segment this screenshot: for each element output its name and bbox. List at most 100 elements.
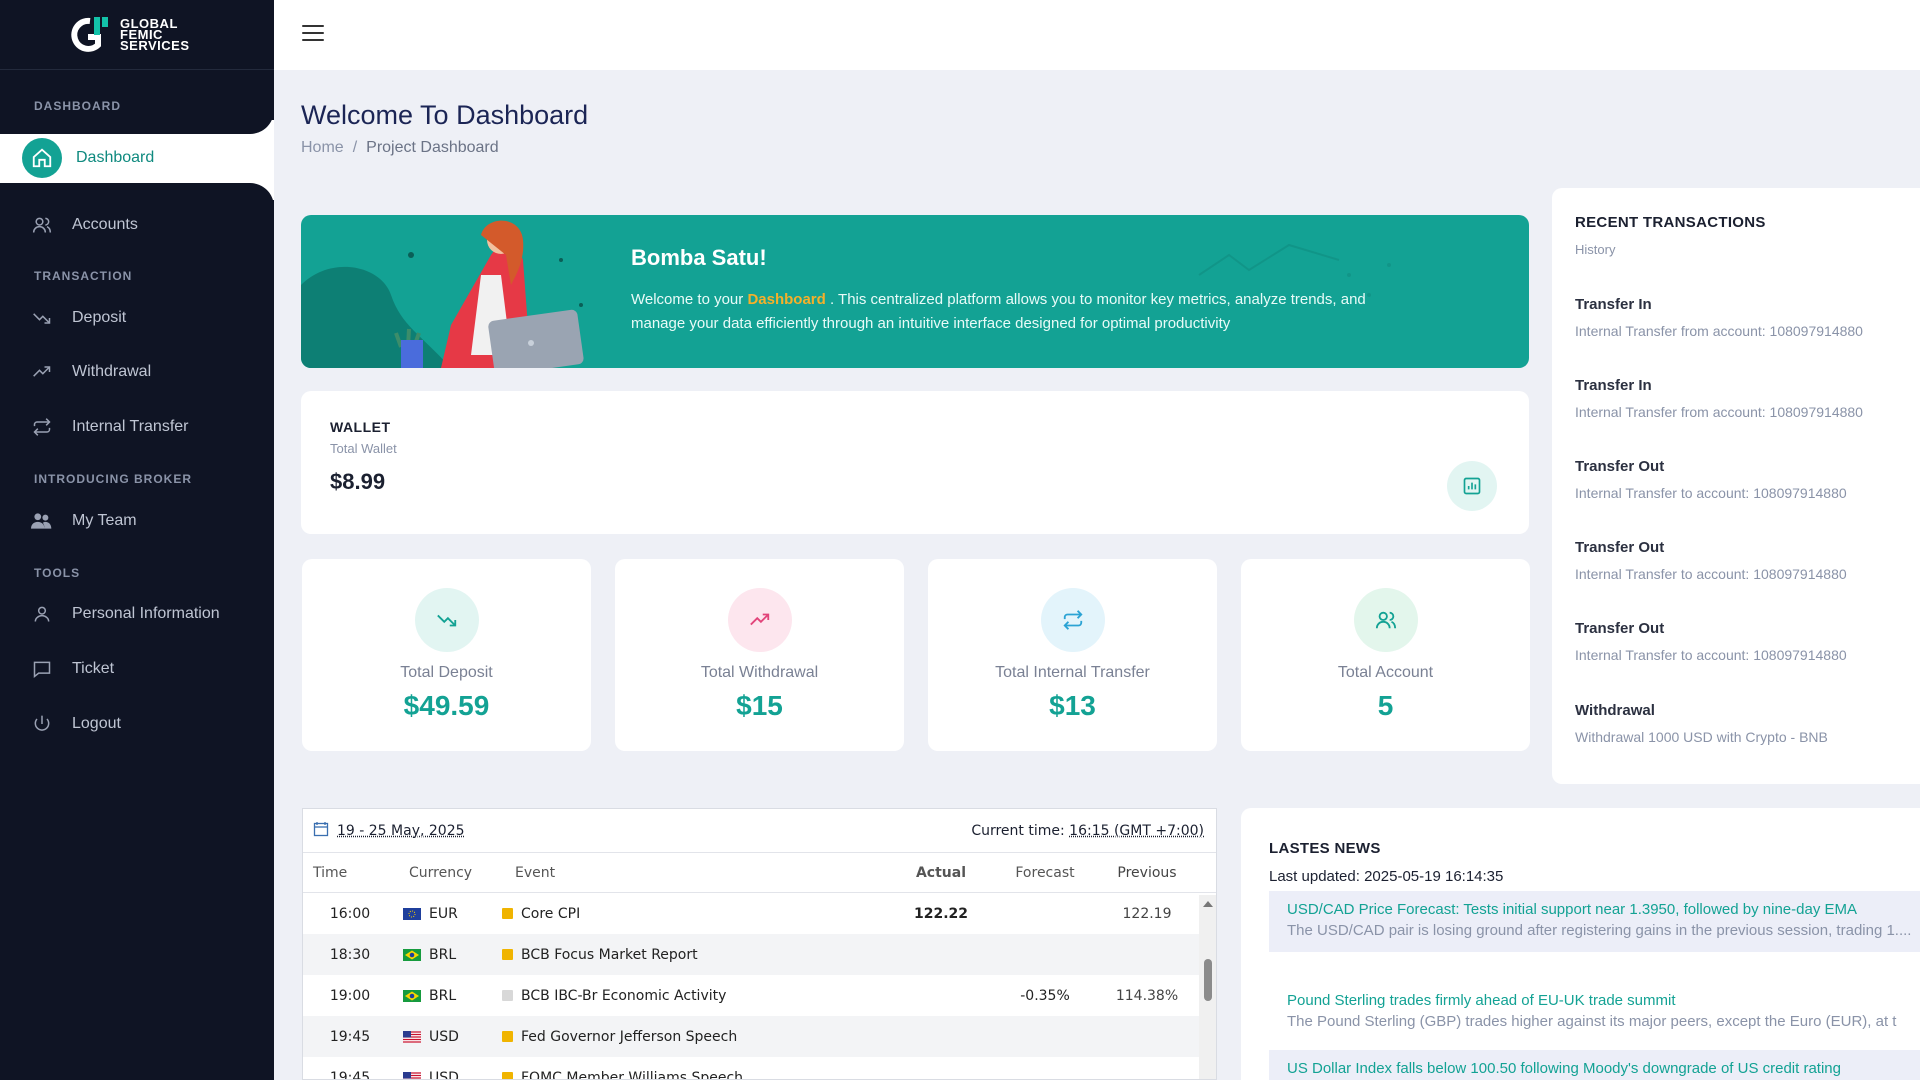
logo-mark-icon [68,15,114,55]
transaction-item[interactable]: Transfer In Internal Transfer from accoun… [1575,377,1915,420]
calendar-scrollbar[interactable] [1199,895,1216,1079]
sidebar-item-label: Internal Transfer [72,418,189,435]
sidebar-item-internal-transfer[interactable]: Internal Transfer [0,405,274,449]
stat-label: Total Account [1337,664,1434,681]
page-title: Welcome To Dashboard [301,100,589,130]
section-transaction: TRANSACTION [34,269,133,283]
news-item[interactable]: Pound Sterling trades firmly ahead of EU… [1269,982,1920,1043]
news-headline[interactable]: USD/CAD Price Forecast: Tests initial su… [1287,901,1920,918]
power-icon [30,712,54,736]
calendar-header-row: Time Currency Event Actual Forecast Prev… [303,853,1216,893]
scrollbar-thumb[interactable] [1204,959,1212,1001]
economic-calendar: 19 - 25 May, 2025 Current time: 16:15 (G… [302,808,1217,1080]
news-body: The Pound Sterling (GBP) trades higher a… [1287,1013,1897,1030]
stat-card-internal-transfer: Total Internal Transfer $13 [928,559,1217,751]
stat-card-deposit: Total Deposit $49.59 [302,559,591,751]
scroll-up-icon[interactable] [1203,901,1213,907]
calendar-body: 16:00 EUR Core CPI 122.22 122.19 18:30 B… [303,893,1216,1079]
bar-chart-icon[interactable] [1447,461,1497,511]
stat-value: $49.59 [403,690,490,721]
wallet-value: $8.99 [330,469,386,494]
sidebar-item-label: Withdrawal [72,363,152,380]
impact-medium-icon [501,1072,513,1079]
brand-name: GLOBAL FEMIC SERVICES [120,16,190,53]
sidebar-item-label: Deposit [72,309,127,326]
calendar-date-picker[interactable]: 19 - 25 May, 2025 [313,821,465,841]
calendar-icon [313,821,329,841]
user-icon [30,602,54,626]
trending-up-icon [727,588,792,652]
news-item[interactable]: USD/CAD Price Forecast: Tests initial su… [1269,891,1920,952]
wallet-label: WALLET [330,419,391,435]
us-flag-icon [403,1030,421,1043]
news-item[interactable]: US Dollar Index falls below 100.50 follo… [1269,1050,1920,1080]
recent-subtitle: History [1575,242,1616,257]
sidebar-item-accounts[interactable]: Accounts [0,203,274,247]
section-dashboard: DASHBOARD [34,99,121,113]
breadcrumb-home[interactable]: Home [301,139,344,156]
calendar-date-range[interactable]: 19 - 25 May, 2025 [337,823,465,839]
impact-medium-icon [501,1031,513,1042]
sidebar-item-logout[interactable]: Logout [0,702,274,746]
sidebar-item-label: Ticket [72,660,115,677]
banner-title: Bomba Satu! [631,245,767,270]
impact-low-icon [501,990,513,1001]
us-flag-icon [403,1071,421,1079]
users-icon [30,213,54,237]
banner-text: Welcome to your Dashboard . This central… [631,291,1366,332]
sidebar-item-withdrawal[interactable]: Withdrawal [0,350,274,394]
stat-label: Total Internal Transfer [995,664,1150,681]
breadcrumb-separator: / [352,139,358,156]
top-bar [274,0,1920,70]
stat-value: 5 [1377,690,1394,721]
current-time: Current time: 16:15 (GMT +7:00) [971,822,1204,839]
sidebar-item-personal-information[interactable]: Personal Information [0,592,274,636]
calendar-row[interactable]: 19:45 USD FOMC Member Williams Speech [303,1057,1199,1079]
news-headline[interactable]: US Dollar Index falls below 100.50 follo… [1287,1060,1920,1077]
calendar-row[interactable]: 19:00 BRL BCB IBC-Br Economic Activity -… [303,975,1199,1016]
calendar-row[interactable]: 16:00 EUR Core CPI 122.22 122.19 [303,893,1199,934]
news-body: The USD/CAD pair is losing ground after … [1287,922,1912,939]
calendar-row[interactable]: 18:30 BRL BCB Focus Market Report [303,934,1199,975]
latest-news-card: LASTES NEWS Last updated: 2025-05-19 16:… [1241,808,1920,1080]
welcome-banner: Bomba Satu! Welcome to your Dashboard . … [301,215,1529,368]
wallet-card: WALLET Total Wallet $8.99 [301,391,1529,534]
recent-title: RECENT TRANSACTIONS [1575,214,1766,231]
calendar-row[interactable]: 19:45 USD Fed Governor Jefferson Speech [303,1016,1199,1057]
banner-highlight: Dashboard [747,291,826,308]
trending-up-icon [30,360,54,384]
sidebar-item-label: Logout [72,715,121,732]
transaction-item[interactable]: Transfer Out Internal Transfer to account… [1575,539,1915,582]
sidebar-item-deposit[interactable]: Deposit [0,296,274,340]
brand-logo[interactable]: GLOBAL FEMIC SERVICES [0,0,274,70]
stat-value: $13 [1049,690,1096,721]
sidebar-item-label: Personal Information [72,605,220,622]
impact-medium-icon [501,908,513,919]
transfer-icon [1040,588,1105,652]
wallet-sublabel: Total Wallet [330,441,397,456]
team-icon [30,509,54,533]
breadcrumb: Home / Project Dashboard [301,139,499,157]
news-headline[interactable]: Pound Sterling trades firmly ahead of EU… [1287,992,1920,1009]
sidebar-item-label: Accounts [72,216,138,233]
transaction-item[interactable]: Transfer In Internal Transfer from accoun… [1575,296,1915,339]
sidebar-item-label: My Team [72,512,137,529]
transaction-item[interactable]: Transfer Out Internal Transfer to account… [1575,620,1915,663]
sidebar-item-label: Dashboard [76,149,155,166]
brazil-flag-icon [403,948,421,961]
transaction-item[interactable]: Withdrawal Withdrawal 1000 USD with Crypt… [1575,702,1915,745]
menu-toggle-icon[interactable] [302,25,324,43]
stat-label: Total Deposit [400,664,493,681]
sidebar-item-ticket[interactable]: Ticket [0,647,274,691]
sidebar-item-dashboard[interactable]: Dashboard [16,134,274,182]
stat-value: $15 [736,690,783,721]
transfer-icon [30,415,54,439]
sidebar-item-my-team[interactable]: My Team [0,499,274,543]
section-tools: TOOLS [34,566,81,580]
users-icon [1353,588,1418,652]
home-icon [22,138,62,178]
current-time-value[interactable]: 16:15 (GMT +7:00) [1069,823,1204,839]
trending-down-icon [414,588,479,652]
transaction-item[interactable]: Transfer Out Internal Transfer to account… [1575,458,1915,501]
news-updated: Last updated: 2025-05-19 16:14:35 [1269,868,1504,885]
